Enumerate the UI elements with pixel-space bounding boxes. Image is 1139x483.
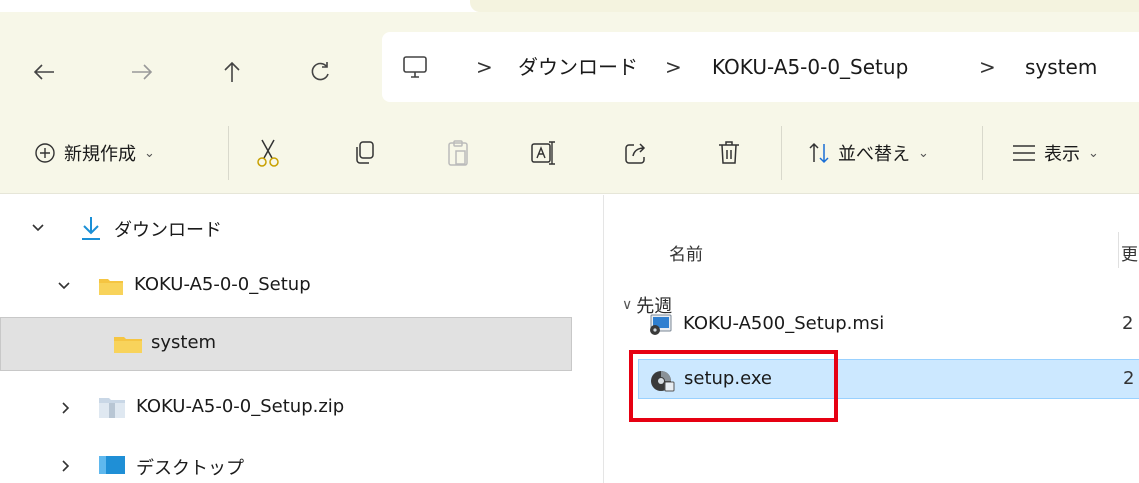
- chevron-down-icon: ∨: [622, 297, 633, 313]
- navigation-pane: ダウンロード KOKU-A5-0-0_Setup system KOKU-A5-…: [0, 195, 600, 483]
- tree-item-label: ダウンロード: [114, 220, 222, 241]
- file-date-partial: 2: [1122, 313, 1134, 334]
- sort-button[interactable]: 並べ替え ⌄: [808, 137, 929, 169]
- arrow-left-icon: [33, 64, 54, 80]
- breadcrumb-separator[interactable]: >: [665, 54, 682, 80]
- new-button[interactable]: 新規作成 ⌄: [34, 137, 155, 169]
- chevron-down-icon: ⌄: [144, 145, 155, 161]
- rename-button[interactable]: [530, 137, 558, 169]
- pane-divider[interactable]: [603, 195, 604, 483]
- refresh-button[interactable]: [300, 52, 340, 92]
- breadcrumb-downloads[interactable]: ダウンロード: [518, 54, 638, 80]
- navigation-row: > ダウンロード > KOKU-A5-0-0_Setup > system: [0, 12, 1139, 112]
- address-bar[interactable]: > ダウンロード > KOKU-A5-0-0_Setup > system: [382, 32, 1139, 102]
- tree-item-setup-zip[interactable]: KOKU-A5-0-0_Setup.zip: [0, 381, 572, 435]
- tree-item-desktop[interactable]: デスクトップ: [0, 439, 572, 483]
- back-button[interactable]: [24, 52, 64, 92]
- sort-arrows-icon: [809, 142, 829, 164]
- paste-button[interactable]: [446, 137, 470, 169]
- file-name: KOKU-A500_Setup.msi: [683, 313, 885, 334]
- chevron-right-icon[interactable]: [58, 400, 74, 416]
- command-bar: 新規作成 ⌄ 並べ替え ⌄ 表示 ⌄: [0, 112, 1139, 194]
- chevron-down-icon: ⌄: [918, 145, 929, 161]
- annotation-highlight-box: [629, 350, 838, 422]
- command-divider: [781, 126, 782, 180]
- tree-item-label: デスクトップ: [136, 458, 244, 479]
- command-divider: [228, 126, 229, 180]
- new-button-label: 新規作成: [64, 144, 136, 165]
- folder-icon: [99, 279, 123, 295]
- tree-item-downloads[interactable]: ダウンロード: [0, 201, 572, 255]
- folder-icon: [114, 337, 142, 353]
- rename-icon: [531, 141, 555, 165]
- arrow-right-icon: [132, 64, 153, 80]
- chevron-right-icon[interactable]: [58, 458, 74, 474]
- list-view-icon: [1013, 145, 1035, 161]
- breadcrumb-setup-folder[interactable]: KOKU-A5-0-0_Setup: [712, 54, 908, 80]
- share-icon: [625, 143, 646, 164]
- copy-icon: [356, 141, 374, 164]
- chevron-down-icon[interactable]: [30, 220, 46, 236]
- computer-icon[interactable]: [402, 54, 428, 84]
- chevron-down-icon: ⌄: [1088, 145, 1099, 161]
- copy-button[interactable]: [352, 137, 376, 169]
- view-button-label: 表示: [1044, 144, 1080, 165]
- view-button[interactable]: 表示 ⌄: [1012, 137, 1099, 169]
- cut-button[interactable]: [256, 137, 280, 169]
- sort-button-label: 並べ替え: [838, 144, 910, 165]
- breadcrumb-separator[interactable]: >: [979, 54, 996, 80]
- tree-item-label: KOKU-A5-0-0_Setup.zip: [136, 396, 345, 417]
- tree-item-system[interactable]: system: [0, 317, 572, 371]
- file-date-partial: 2: [1123, 368, 1135, 389]
- column-divider[interactable]: [1118, 232, 1119, 268]
- column-header-name[interactable]: 名前: [669, 240, 703, 265]
- share-button[interactable]: [624, 137, 648, 169]
- file-row-msi[interactable]: KOKU-A500_Setup.msi 2: [638, 305, 1139, 345]
- breadcrumb-system[interactable]: system: [1025, 54, 1097, 80]
- scissors-icon: [257, 139, 279, 167]
- forward-button[interactable]: [122, 52, 162, 92]
- arrow-up-icon: [224, 61, 240, 82]
- chevron-down-icon[interactable]: [56, 278, 72, 294]
- msi-installer-icon: [650, 314, 672, 335]
- column-header-date[interactable]: 更: [1121, 240, 1138, 265]
- up-button[interactable]: [212, 52, 252, 92]
- download-icon: [82, 217, 100, 240]
- breadcrumb-separator[interactable]: >: [476, 54, 493, 80]
- zip-folder-icon: [99, 398, 125, 418]
- command-divider: [982, 126, 983, 180]
- trash-icon: [719, 141, 739, 164]
- plus-circle-icon: [35, 143, 55, 163]
- refresh-icon: [311, 62, 329, 81]
- active-tab-edge: [470, 0, 1139, 12]
- tree-item-label: KOKU-A5-0-0_Setup: [134, 274, 311, 295]
- title-strip: [0, 0, 1139, 12]
- tree-item-setup-folder[interactable]: KOKU-A5-0-0_Setup: [0, 259, 572, 313]
- clipboard-icon: [448, 140, 468, 166]
- desktop-icon: [99, 456, 125, 474]
- tree-item-label: system: [151, 332, 217, 353]
- delete-button[interactable]: [718, 137, 740, 169]
